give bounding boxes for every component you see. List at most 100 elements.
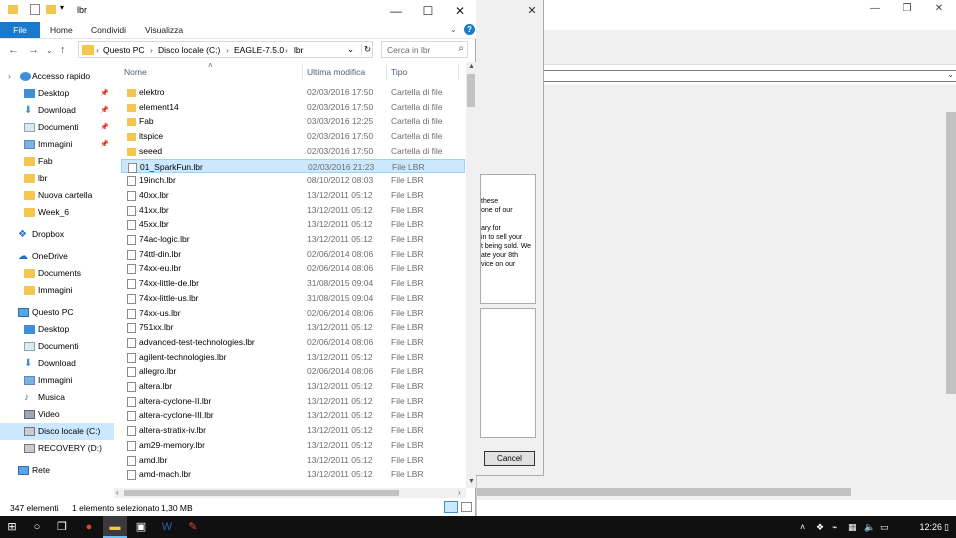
pin-icon[interactable]: 📌: [100, 85, 109, 102]
file-row[interactable]: amd.lbr 13/12/2011 05:12 File LBR: [121, 453, 465, 468]
nav-quick-access[interactable]: Accesso rapido ›: [0, 68, 114, 85]
store-icon[interactable]: ▣: [129, 516, 153, 538]
dialog-list-box[interactable]: [480, 308, 536, 438]
nav-new-folder[interactable]: Nuova cartella: [0, 187, 114, 204]
file-row[interactable]: 19inch.lbr 08/10/2012 08:03 File LBR: [121, 173, 465, 188]
column-type[interactable]: Tipo: [391, 67, 407, 77]
nav-desktop[interactable]: Desktop 📌: [0, 85, 114, 102]
nav-pc-video[interactable]: Video: [0, 406, 114, 423]
close-button[interactable]: ✕: [444, 0, 476, 22]
nav-documents[interactable]: Documenti 📌: [0, 119, 114, 136]
chrome-icon[interactable]: ●: [77, 516, 101, 538]
address-bar[interactable]: › Questo PC › Disco locale (C:) › EAGLE-…: [78, 41, 373, 58]
file-row[interactable]: 41xx.lbr 13/12/2011 05:12 File LBR: [121, 203, 465, 218]
nav-pc-music[interactable]: ♪ Musica: [0, 389, 114, 406]
folder-row[interactable]: element14 02/03/2016 17:50 Cartella di fil…: [121, 100, 465, 115]
app-icon[interactable]: ✎: [181, 516, 205, 538]
quick-access-dropdown-icon[interactable]: ▾: [60, 3, 64, 12]
folder-row[interactable]: seeed 02/03/2016 17:50 Cartella di file: [121, 144, 465, 159]
bg-close-button[interactable]: ✕: [923, 0, 955, 18]
notification-tray-icon[interactable]: ▭: [880, 516, 889, 538]
column-name[interactable]: Nome: [124, 67, 147, 77]
clock[interactable]: 12:26: [919, 516, 942, 538]
file-row[interactable]: 74xx-little-de.lbr 31/08/2015 09:04 File L…: [121, 276, 465, 291]
bg-dropdown[interactable]: ⌄: [477, 70, 956, 82]
file-row[interactable]: agilent-technologies.lbr 13/12/2011 05:12…: [121, 350, 465, 365]
new-folder-icon[interactable]: [46, 5, 56, 14]
action-center-icon[interactable]: ▯: [944, 516, 949, 538]
nav-onedrive[interactable]: ☁ OneDrive: [0, 248, 114, 265]
cortana-icon[interactable]: ○: [25, 516, 49, 538]
column-divider[interactable]: [302, 64, 303, 80]
tab-share[interactable]: Condividi: [91, 22, 126, 38]
tab-home[interactable]: Home: [50, 22, 73, 38]
large-icons-view-icon[interactable]: [461, 502, 472, 512]
properties-icon[interactable]: [30, 4, 40, 15]
nav-lbr[interactable]: lbr: [0, 170, 114, 187]
horizontal-scroll-thumb[interactable]: [124, 490, 399, 496]
scroll-down-icon[interactable]: ▼: [468, 478, 475, 485]
tab-file[interactable]: File: [0, 22, 40, 38]
nav-week6[interactable]: Week_6: [0, 204, 114, 221]
chevron-down-icon[interactable]: ⌄: [347, 44, 354, 55]
nav-fab[interactable]: Fab: [0, 153, 114, 170]
breadcrumb-lbr[interactable]: lbr: [294, 45, 303, 55]
bg-maximize-button[interactable]: ❐: [891, 0, 923, 18]
file-row[interactable]: 751xx.lbr 13/12/2011 05:12 File LBR: [121, 320, 465, 335]
file-row[interactable]: am29-memory.lbr 13/12/2011 05:12 File LBR: [121, 438, 465, 453]
folder-row[interactable]: ltspice 02/03/2016 17:50 Cartella di file: [121, 129, 465, 144]
refresh-icon[interactable]: ↻: [361, 44, 371, 55]
column-divider[interactable]: [458, 64, 459, 80]
file-row[interactable]: altera-cyclone-III.lbr 13/12/2011 05:12 Fi…: [121, 408, 465, 423]
file-row[interactable]: 74xx-little-us.lbr 31/08/2015 09:04 File L…: [121, 291, 465, 306]
maximize-button[interactable]: ☐: [412, 0, 444, 22]
dialog-close-button[interactable]: ✕: [524, 4, 540, 18]
nav-network[interactable]: Rete: [0, 462, 114, 479]
column-divider[interactable]: [386, 64, 387, 80]
folder-row[interactable]: elektro 02/03/2016 17:50 Cartella di file: [121, 85, 465, 100]
tab-view[interactable]: Visualizza: [145, 22, 183, 38]
file-explorer-icon[interactable]: ▬: [103, 516, 127, 538]
breadcrumb-disk[interactable]: Disco locale (C:): [158, 45, 220, 55]
cancel-button[interactable]: Cancel: [484, 451, 535, 466]
search-box[interactable]: Cerca in lbr ⌕: [381, 41, 468, 58]
back-arrow-icon[interactable]: ←: [8, 44, 19, 56]
expand-arrow-icon[interactable]: ›: [8, 68, 11, 85]
file-row[interactable]: 01_SparkFun.lbr 02/03/2016 21:23 File LBR: [121, 158, 465, 174]
pin-icon[interactable]: 📌: [100, 102, 109, 119]
nav-download[interactable]: ⬇ Download 📌: [0, 102, 114, 119]
folder-row[interactable]: Fab 03/03/2016 12:25 Cartella di file: [121, 114, 465, 129]
nav-od-pictures[interactable]: Immagini: [0, 282, 114, 299]
task-view-icon[interactable]: ❐: [50, 516, 74, 538]
file-row[interactable]: 45xx.lbr 13/12/2011 05:12 File LBR: [121, 217, 465, 232]
scroll-left-icon[interactable]: ‹: [116, 488, 119, 497]
minimize-button[interactable]: —: [380, 0, 412, 22]
pin-icon[interactable]: 📌: [100, 136, 109, 153]
vertical-scroll-thumb[interactable]: [467, 74, 475, 107]
tray-expand-icon[interactable]: ˄: [800, 516, 805, 538]
network-tray-icon[interactable]: ▦: [848, 516, 857, 538]
scroll-right-icon[interactable]: ›: [458, 488, 461, 497]
details-view-icon[interactable]: [444, 501, 458, 513]
tray-app-icon[interactable]: ⌁: [832, 516, 837, 538]
nav-pictures[interactable]: Immagini 📌: [0, 136, 114, 153]
file-row[interactable]: altera-cyclone-II.lbr 13/12/2011 05:12 Fil…: [121, 394, 465, 409]
bg-minimize-button[interactable]: —: [859, 0, 891, 18]
bg-horizontal-scroll-thumb[interactable]: [477, 488, 851, 496]
file-row[interactable]: altera-stratix-iv.lbr 13/12/2011 05:12 Fil…: [121, 423, 465, 438]
file-row[interactable]: 74xx-eu.lbr 02/06/2014 08:06 File LBR: [121, 261, 465, 276]
file-row[interactable]: allegro.lbr 02/06/2014 08:06 File LBR: [121, 364, 465, 379]
pin-icon[interactable]: 📌: [100, 119, 109, 136]
file-row[interactable]: 74ac-logic.lbr 13/12/2011 05:12 File LBR: [121, 232, 465, 247]
up-arrow-icon[interactable]: ↑: [60, 44, 66, 56]
search-icon[interactable]: ⌕: [458, 43, 464, 54]
search-input[interactable]: Cerca in lbr: [387, 45, 430, 55]
file-row[interactable]: 74ttl-din.lbr 02/06/2014 08:06 File LBR: [121, 247, 465, 262]
nav-pc-download[interactable]: ⬇ Download: [0, 355, 114, 372]
scroll-up-icon[interactable]: ▲: [468, 63, 475, 70]
ribbon-expand-icon[interactable]: ⌄: [450, 22, 457, 38]
column-date[interactable]: Ultima modifica: [307, 67, 365, 77]
windows-start-icon[interactable]: ⊞: [0, 516, 24, 538]
file-row[interactable]: amd-mach.lbr 13/12/2011 05:12 File LBR: [121, 467, 465, 482]
nav-od-documents[interactable]: Documents: [0, 265, 114, 282]
